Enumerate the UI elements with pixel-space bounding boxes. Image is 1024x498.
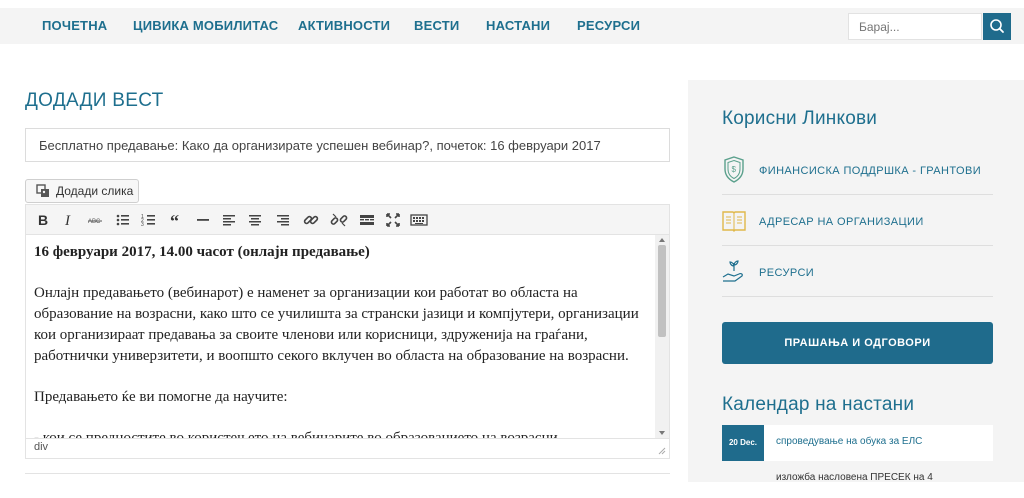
resize-grip-icon[interactable] <box>658 447 666 455</box>
element-path[interactable]: div <box>34 441 48 453</box>
nav-item-news[interactable]: ВЕСТИ <box>414 8 459 44</box>
numbered-list-icon: 123 <box>141 214 155 228</box>
add-media-icon <box>36 184 49 197</box>
fullscreen-icon <box>386 213 400 227</box>
strikethrough-button[interactable]: ABC <box>86 211 104 229</box>
useful-links-heading: Корисни Линкови <box>722 108 878 129</box>
calendar-event[interactable]: 20 Dec. спроведување на обука за ЕЛС <box>722 425 993 461</box>
bullet-list-icon <box>116 214 129 226</box>
editor-toolbar: B I ABC 123 “ <box>25 204 670 234</box>
divider <box>722 245 993 246</box>
svg-text:$: $ <box>732 165 737 174</box>
add-media-button[interactable]: Додади слика <box>25 179 139 203</box>
align-center-icon <box>249 215 261 226</box>
content-editor[interactable]: 16 февруари 2017, 14.00 часот (онлајн пр… <box>25 234 670 439</box>
horizontal-rule-button[interactable] <box>194 211 212 229</box>
align-left-button[interactable] <box>220 211 238 229</box>
read-more-button[interactable] <box>358 211 376 229</box>
scroll-thumb[interactable] <box>658 245 666 337</box>
nav-item-activities[interactable]: АКТИВНОСТИ <box>298 8 390 44</box>
unlink-icon <box>330 213 348 227</box>
events-calendar-heading: Календар на настани <box>722 394 915 415</box>
editor-scrollbar[interactable] <box>655 235 669 438</box>
numbered-list-button[interactable]: 123 <box>140 211 158 229</box>
event-title[interactable]: спроведување на обука за ЕЛС <box>776 436 922 447</box>
align-right-button[interactable] <box>274 211 292 229</box>
calendar-event[interactable]: изложба насловена ПРЕСЕК на 4 <box>722 462 993 498</box>
scroll-up-arrow-icon[interactable] <box>659 238 665 242</box>
link-label: РЕСУРСИ <box>759 267 815 279</box>
fullscreen-button[interactable] <box>384 211 402 229</box>
add-media-label: Додади слика <box>56 184 134 198</box>
link-icon <box>303 215 319 225</box>
editor-paragraph-learn: Предавањето ќе ви помогне да научите: <box>34 389 288 405</box>
link-label: АДРЕСАР НА ОРГАНИЗАЦИИ <box>759 216 924 228</box>
divider <box>25 473 670 474</box>
search-icon <box>990 19 1004 33</box>
blockquote-button[interactable]: “ <box>168 211 186 229</box>
event-title[interactable]: изложба насловена ПРЕСЕК на 4 <box>776 472 933 483</box>
blockquote-icon: “ <box>170 211 179 229</box>
strikethrough-icon: ABC <box>88 219 102 225</box>
bold-button[interactable]: B <box>34 211 52 229</box>
open-book-icon <box>722 211 746 232</box>
editor-paragraph-date: 16 февруари 2017, 14.00 часот (онлајн пр… <box>34 244 370 260</box>
scroll-down-arrow-icon[interactable] <box>659 431 665 435</box>
divider <box>722 296 993 297</box>
faq-button[interactable]: ПРАШАЊА И ОДГОВОРИ <box>722 322 993 364</box>
link-resources[interactable]: РЕСУРСИ <box>722 257 993 307</box>
event-date-badge: 20 Dec. <box>722 425 764 461</box>
svg-text:B: B <box>38 212 48 228</box>
link-button[interactable] <box>302 211 320 229</box>
editor-content[interactable]: 16 февруари 2017, 14.00 часот (онлајн пр… <box>34 242 654 439</box>
link-organizations-directory[interactable]: АДРЕСАР НА ОРГАНИЗАЦИИ <box>722 206 993 256</box>
search-input[interactable] <box>848 13 982 40</box>
horizontal-rule-icon <box>197 219 209 221</box>
bold-icon: B <box>38 212 48 228</box>
svg-text:3: 3 <box>141 222 144 228</box>
shield-dollar-icon: $ <box>724 156 744 183</box>
nav-item-resources[interactable]: РЕСУРСИ <box>577 8 640 44</box>
nav-item-events[interactable]: НАСТАНИ <box>486 8 550 44</box>
bullet-list-button[interactable] <box>114 211 132 229</box>
svg-text:I: I <box>64 213 71 229</box>
align-right-icon <box>277 215 289 226</box>
svg-text:“: “ <box>170 211 179 229</box>
italic-icon: I <box>64 213 71 229</box>
svg-text:ABC: ABC <box>88 219 101 225</box>
nav-item-civica-mobilitas[interactable]: ЦИВИКА МОБИЛИТАС <box>133 8 278 44</box>
editor-statusbar: div <box>25 439 670 459</box>
divider <box>722 194 993 195</box>
nav-item-home[interactable]: ПОЧЕТНА <box>42 8 107 44</box>
editor-paragraph-bullet: - кои се предностите во користењето на в… <box>34 430 558 439</box>
hand-plant-icon <box>722 260 743 282</box>
search-button[interactable] <box>983 13 1011 40</box>
toolbar-toggle-icon <box>410 214 428 226</box>
page-title: ДОДАДИ ВЕСТ <box>25 90 164 111</box>
italic-button[interactable]: I <box>60 211 78 229</box>
editor-paragraph-intro: Онлајн предавањето (вебинарот) е наменет… <box>34 285 639 364</box>
link-financial-support[interactable]: $ ФИНАНСИСКА ПОДДРШКА - ГРАНТОВИ <box>722 155 993 205</box>
align-left-icon <box>223 215 235 226</box>
toolbar-toggle-button[interactable] <box>410 211 428 229</box>
link-label: ФИНАНСИСКА ПОДДРШКА - ГРАНТОВИ <box>759 165 982 177</box>
post-title-input[interactable] <box>25 128 670 162</box>
read-more-icon <box>360 215 374 225</box>
unlink-button[interactable] <box>330 211 348 229</box>
align-center-button[interactable] <box>246 211 264 229</box>
